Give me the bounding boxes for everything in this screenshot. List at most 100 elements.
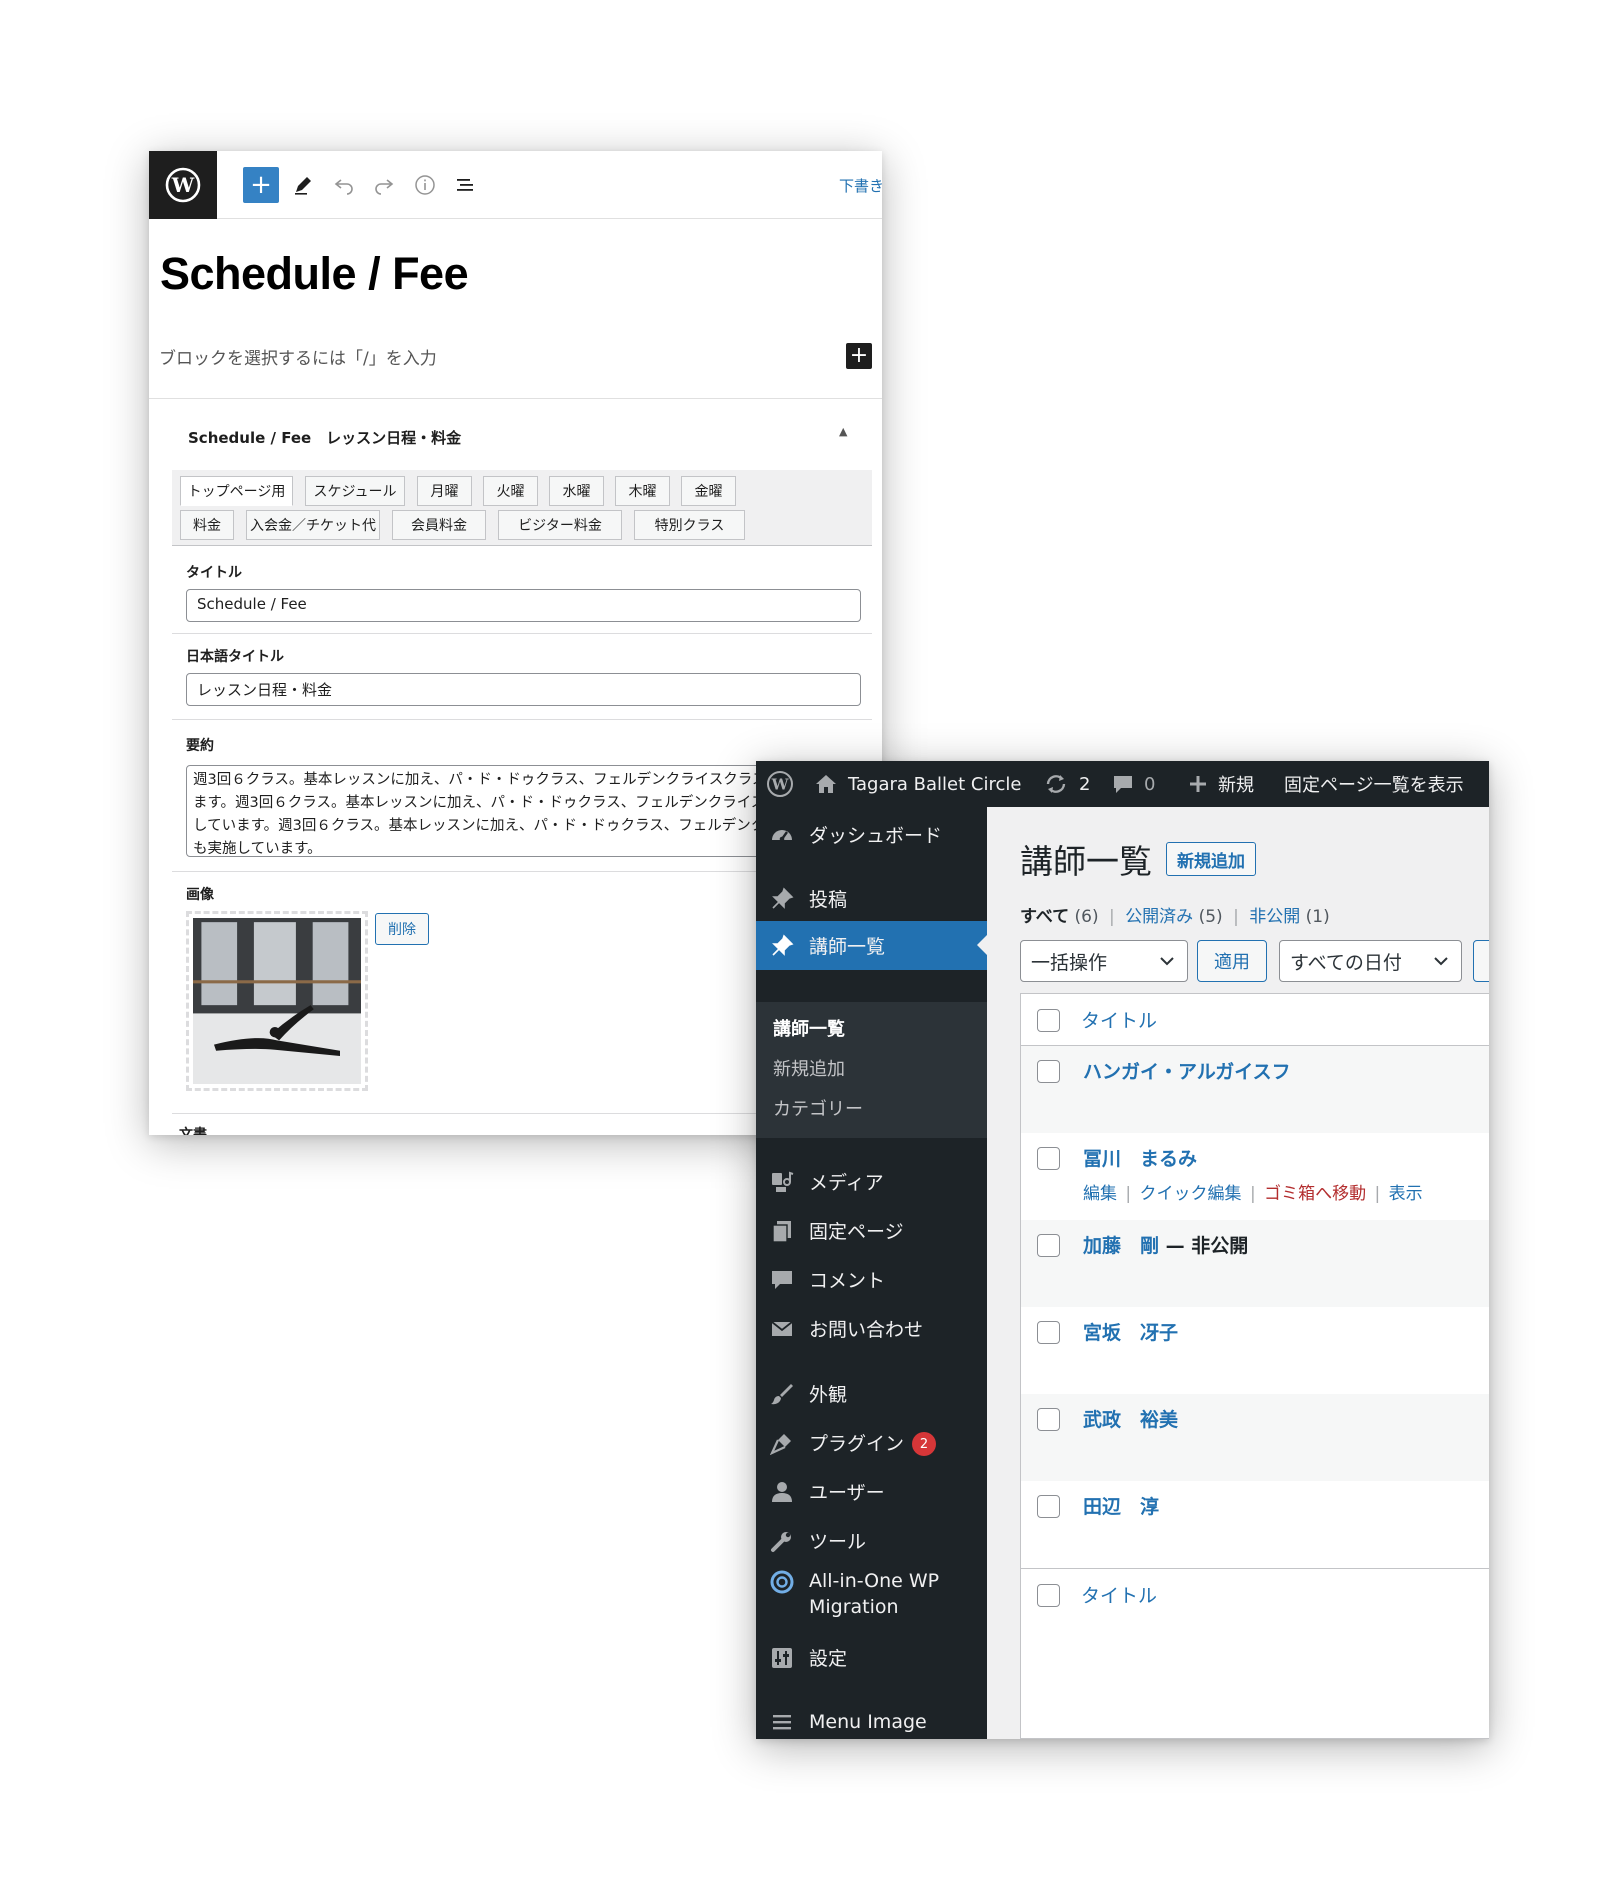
user-icon (770, 1480, 794, 1504)
updates-link[interactable]: 2 (1043, 761, 1090, 807)
menu-item-tools[interactable]: ツール (756, 1516, 987, 1565)
chevron-down-icon (1431, 951, 1451, 976)
migration-label-line1: All-in-One WP (809, 1570, 940, 1592)
menu-item-pages[interactable]: 固定ページ (756, 1206, 987, 1255)
quick-edit-link[interactable]: クイック編集 (1140, 1184, 1242, 1204)
view-private-link[interactable]: 非公開 (1249, 907, 1300, 927)
instructors-submenu: 講師一覧 新規追加 カテゴリー (756, 1002, 987, 1138)
tab-fee[interactable]: 料金 (180, 510, 234, 540)
menu-label: メディア (809, 1172, 884, 1194)
inserter-button[interactable]: + (846, 343, 872, 369)
row-title-link[interactable]: 宮坂 冴子 (1083, 1318, 1178, 1345)
trash-link[interactable]: ゴミ箱へ移動 (1264, 1184, 1366, 1204)
row-checkbox[interactable] (1037, 1060, 1060, 1083)
edit-link[interactable]: 編集 (1083, 1184, 1117, 1204)
view-link[interactable]: 表示 (1389, 1184, 1423, 1204)
tab-member-fee[interactable]: 会員料金 (392, 510, 486, 540)
row-checkbox[interactable] (1037, 1234, 1060, 1257)
menu-item-settings[interactable]: 設定 (756, 1633, 987, 1682)
wordpress-logo-icon[interactable]: W (766, 761, 794, 807)
comments-link[interactable]: 0 (1112, 761, 1155, 807)
tab-monday[interactable]: 月曜 (417, 476, 472, 506)
separator: | (1125, 1184, 1132, 1204)
admin-list-window: W Tagara Ballet Circle 2 0 新規 固定ページ一覧を表示… (756, 761, 1489, 1739)
site-home-link[interactable]: Tagara Ballet Circle (814, 761, 1021, 807)
table-row: ハンガイ・アルガイスフ (1021, 1046, 1489, 1133)
view-published-link[interactable]: 公開済み (1125, 907, 1193, 927)
menu-item-users[interactable]: ユーザー (756, 1467, 987, 1516)
plugins-update-badge: 2 (912, 1432, 937, 1457)
collapse-toggle-icon[interactable]: ▲ (839, 425, 847, 438)
submenu-item-category[interactable]: カテゴリー (773, 1095, 863, 1121)
select-all-checkbox[interactable] (1037, 1584, 1060, 1607)
row-checkbox[interactable] (1037, 1495, 1060, 1518)
tab-top-page[interactable]: トップページ用 (180, 476, 293, 506)
undo-icon[interactable] (326, 167, 362, 203)
pencil-icon[interactable] (285, 167, 321, 203)
tab-friday[interactable]: 金曜 (681, 476, 736, 506)
post-title[interactable]: Schedule / Fee (160, 248, 469, 300)
row-title-link[interactable]: 田辺 淳 (1083, 1492, 1159, 1519)
admin-bar: W Tagara Ballet Circle 2 0 新規 固定ページ一覧を表示 (756, 761, 1489, 807)
apply-button[interactable]: 適用 (1197, 940, 1267, 982)
submenu-item-add-new[interactable]: 新規追加 (773, 1055, 845, 1081)
menu-item-migration[interactable]: All-in-One WP Migration (756, 1562, 987, 1626)
row-checkbox[interactable] (1037, 1408, 1060, 1431)
submenu-item-all[interactable]: 講師一覧 (773, 1015, 845, 1041)
menu-item-media[interactable]: メディア (756, 1157, 987, 1206)
bulk-action-select[interactable]: 一括操作 (1020, 940, 1188, 982)
row-title-link[interactable]: 加藤 剛 (1083, 1235, 1159, 1257)
select-all-checkbox[interactable] (1037, 1009, 1060, 1032)
block-placeholder[interactable]: ブロックを選択するには「/」を入力 (159, 344, 437, 369)
list-view-icon[interactable] (447, 167, 483, 203)
date-filter-select[interactable]: すべての日付 (1279, 940, 1462, 982)
mail-icon (770, 1317, 794, 1341)
save-draft-link[interactable]: 下書き (839, 175, 882, 196)
title-field[interactable]: Schedule / Fee (186, 589, 861, 622)
comments-count: 0 (1144, 773, 1156, 795)
menu-item-plugins[interactable]: プラグイン 2 (756, 1418, 987, 1467)
row-checkbox[interactable] (1037, 1147, 1060, 1170)
tab-visitor-fee[interactable]: ビジター料金 (498, 510, 622, 540)
new-content-link[interactable]: 新規 (1188, 761, 1254, 807)
tab-entry-fee[interactable]: 入会金／チケット代 (246, 510, 380, 540)
menu-item-dashboard[interactable]: ダッシュボード (756, 810, 987, 859)
menu-item-appearance[interactable]: 外観 (756, 1369, 987, 1418)
menu-item-instructors[interactable]: 講師一覧 (756, 921, 987, 970)
view-all-count: (6) (1074, 907, 1099, 927)
info-icon[interactable] (407, 167, 443, 203)
delete-image-button[interactable]: 削除 (375, 913, 429, 945)
chevron-down-icon (1157, 951, 1177, 976)
tab-thursday[interactable]: 木曜 (615, 476, 670, 506)
menu-label: ダッシュボード (809, 825, 943, 847)
pin-icon (770, 887, 794, 911)
column-footer-title[interactable]: タイトル (1081, 1581, 1157, 1608)
row-checkbox[interactable] (1037, 1321, 1060, 1344)
row-title-link[interactable]: ハンガイ・アルガイスフ (1083, 1057, 1291, 1084)
svg-text:W: W (771, 776, 790, 794)
view-all-link[interactable]: すべて (1020, 907, 1069, 927)
title-field-label: タイトル (186, 565, 242, 581)
redo-icon[interactable] (366, 167, 402, 203)
add-new-button[interactable]: 新規追加 (1166, 842, 1256, 876)
row-title-link[interactable]: 冨川 まるみ (1083, 1144, 1197, 1171)
dashboard-icon (770, 823, 794, 847)
tab-special-class[interactable]: 特別クラス (634, 510, 745, 540)
column-header-title[interactable]: タイトル (1081, 1006, 1157, 1033)
menu-label: コメント (809, 1270, 886, 1292)
filter-button[interactable] (1473, 940, 1489, 982)
image-preview[interactable] (186, 911, 368, 1091)
wordpress-logo-icon[interactable]: W (149, 151, 217, 219)
menu-item-contact[interactable]: お問い合わせ (756, 1304, 987, 1353)
menu-item-comments[interactable]: コメント (756, 1255, 987, 1304)
row-title-link[interactable]: 武政 裕美 (1083, 1405, 1178, 1432)
tab-schedule[interactable]: スケジュール (305, 476, 405, 506)
tab-tuesday[interactable]: 火曜 (483, 476, 538, 506)
view-pages-link[interactable]: 固定ページ一覧を表示 (1284, 761, 1464, 807)
menu-item-posts[interactable]: 投稿 (756, 874, 987, 923)
tab-wednesday[interactable]: 水曜 (549, 476, 604, 506)
jp-title-field[interactable]: レッスン日程・料金 (186, 673, 861, 706)
table-row: 田辺 淳 (1021, 1481, 1489, 1568)
add-block-button[interactable]: + (243, 167, 279, 203)
menu-item-menu-image[interactable]: Menu Image (756, 1697, 987, 1739)
